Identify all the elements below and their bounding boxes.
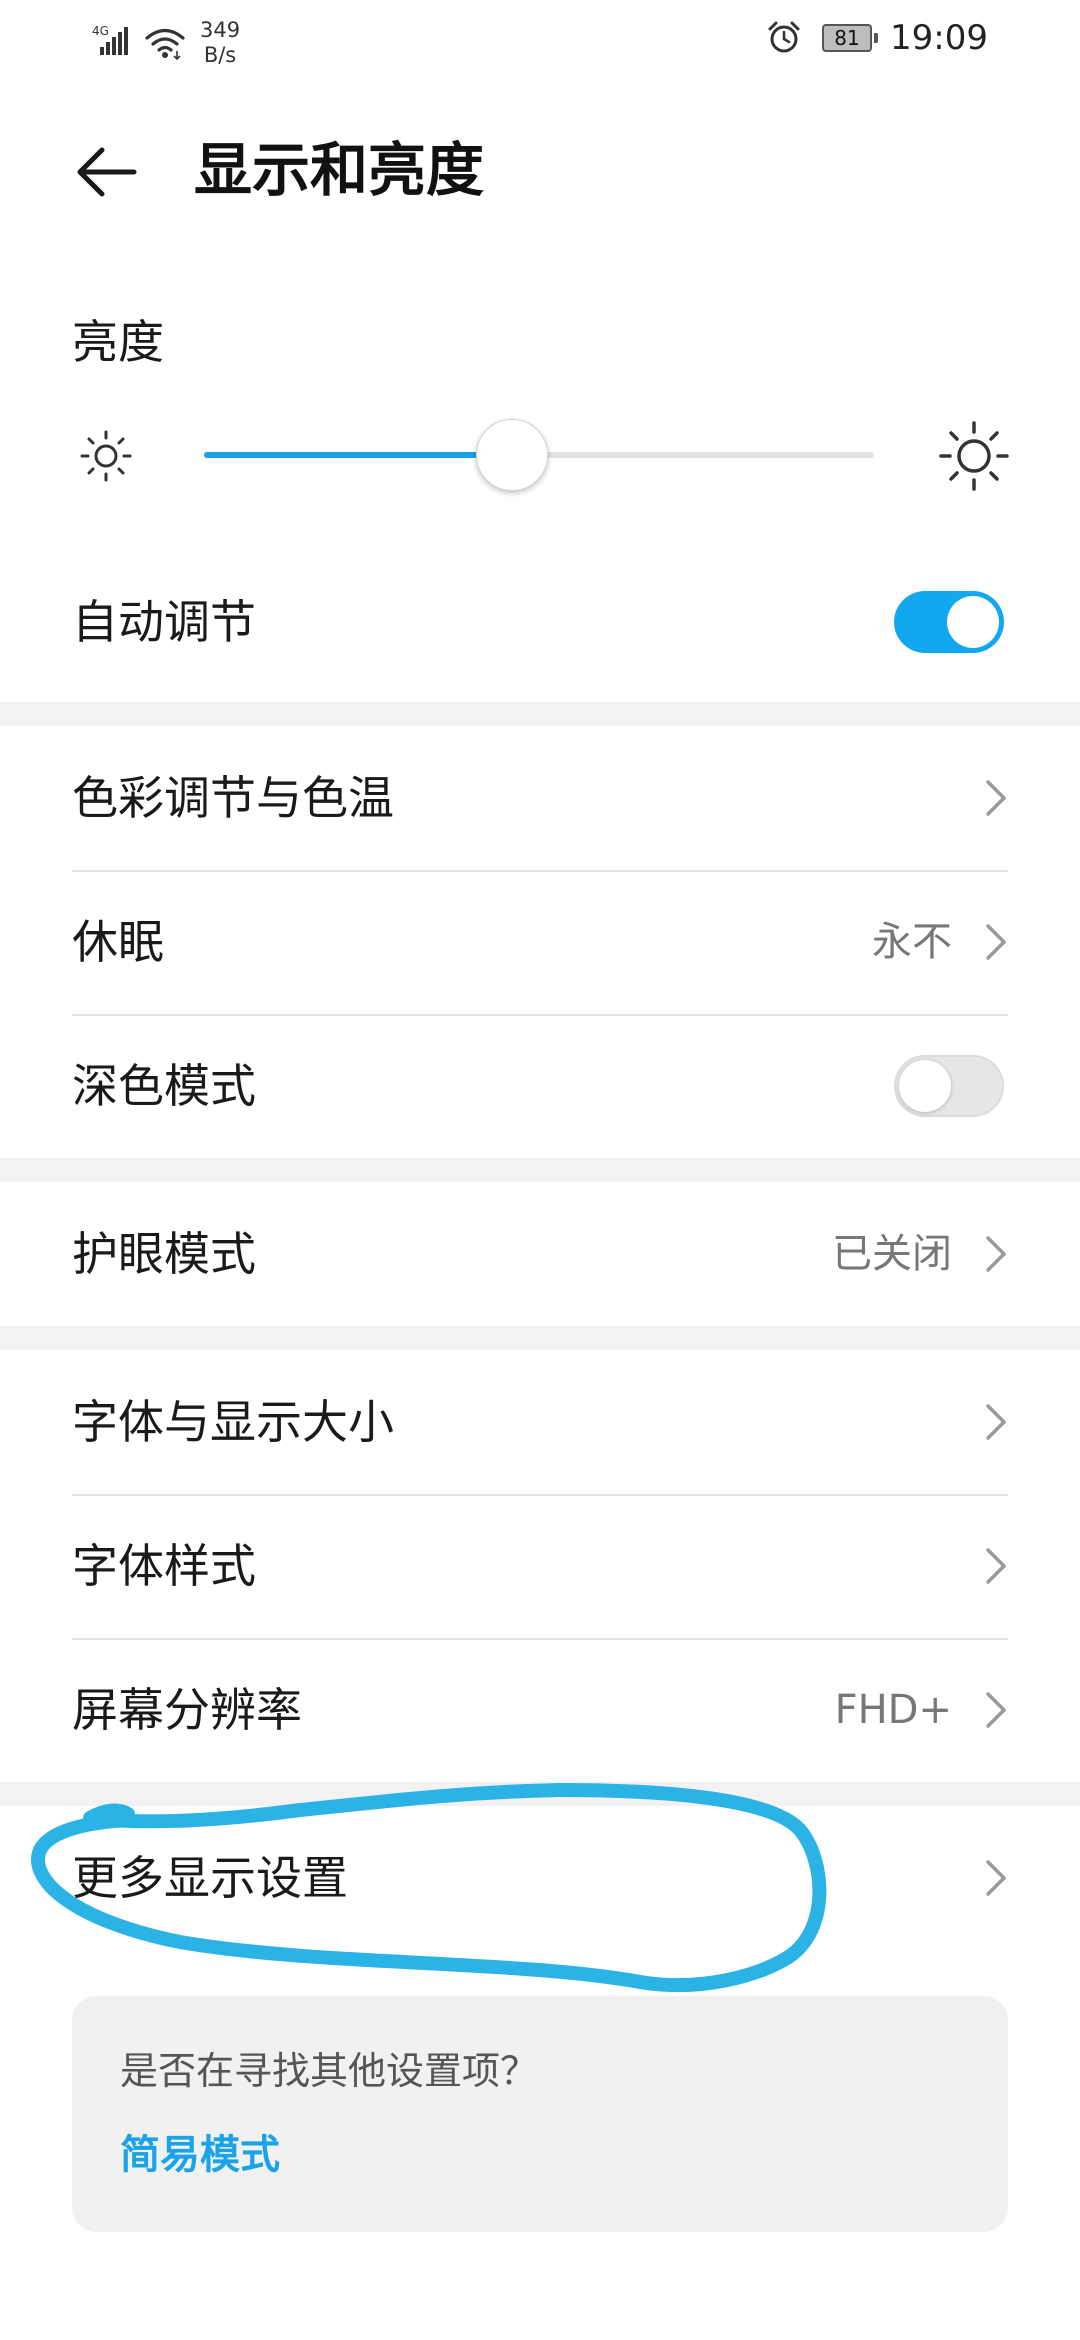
settings-screen: 4G 349 B/s 81 19:09 显示和亮度 亮度 自动调节 色彩调节与色… [0,0,1080,2340]
sleep-row[interactable]: 休眠 永不 [0,870,1080,1014]
suggestion-question: 是否在寻找其他设置项？ [120,2049,539,2093]
sun-large-icon [939,421,1009,491]
screen-resolution-label: 屏幕分辨率 [72,1683,302,1737]
chevron-right-icon [986,1548,1006,1584]
toggle-knob [947,596,999,648]
display-group: 色彩调节与色温 休眠 永不 深色模式 [0,726,1080,1158]
more-display-settings-label: 更多显示设置 [72,1851,348,1905]
toggle-knob [899,1060,951,1112]
eye-comfort-group: 护眼模式 已关闭 [0,1182,1080,1326]
network-speed-value: 349 [200,18,241,42]
screen-resolution-value: FHD+ [834,1687,952,1733]
color-temperature-row[interactable]: 色彩调节与色温 [0,726,1080,870]
battery-icon: 81 [822,24,879,52]
simple-mode-link[interactable]: 简易模式 [120,2128,280,2182]
sleep-value: 永不 [872,919,952,965]
screen-resolution-row[interactable]: 屏幕分辨率 FHD+ [0,1638,1080,1782]
network-type-label: 4G [92,24,109,38]
sleep-label: 休眠 [72,915,164,969]
eye-comfort-row[interactable]: 护眼模式 已关闭 [0,1182,1080,1326]
chevron-right-icon [986,1404,1006,1440]
suggestion-card: 是否在寻找其他设置项？ 简易模式 [72,1996,1008,2232]
signal-icon: 4G [92,24,128,55]
chevron-right-icon [986,1692,1006,1728]
back-arrow-icon[interactable] [72,136,144,208]
more-display-settings-row[interactable]: 更多显示设置 [0,1806,1080,1950]
network-speed: 349 B/s [200,18,240,68]
alarm-icon [768,21,800,53]
auto-brightness-label: 自动调节 [72,595,256,649]
dark-mode-toggle[interactable] [894,1055,1004,1117]
chevron-right-icon [986,924,1006,960]
sun-small-icon [80,430,132,482]
brightness-slider[interactable] [204,419,874,491]
eye-comfort-label: 护眼模式 [72,1227,256,1281]
font-size-row[interactable]: 字体与显示大小 [0,1350,1080,1494]
battery-level: 81 [834,26,860,50]
page-header: 显示和亮度 [0,84,1080,260]
dark-mode-label: 深色模式 [72,1059,256,1113]
network-speed-unit: B/s [203,43,237,67]
chevron-right-icon [986,780,1006,816]
status-right: 81 19:09 [766,18,988,58]
brightness-label: 亮度 [72,315,164,369]
brightness-slider-thumb[interactable] [476,419,549,491]
font-style-label: 字体样式 [72,1539,256,1593]
chevron-right-icon [986,1236,1006,1272]
color-temperature-label: 色彩调节与色温 [72,771,394,825]
eye-comfort-value: 已关闭 [832,1231,952,1277]
auto-brightness-toggle[interactable] [894,591,1004,653]
chevron-right-icon [986,1860,1006,1896]
page-title: 显示和亮度 [194,136,485,204]
status-bar: 4G 349 B/s 81 19:09 [0,0,1080,84]
clock: 19:09 [890,18,988,58]
font-style-row[interactable]: 字体样式 [0,1494,1080,1638]
auto-brightness-row[interactable]: 自动调节 [0,550,1080,694]
brightness-slider-fill [204,452,513,458]
font-size-label: 字体与显示大小 [72,1395,394,1449]
dark-mode-row[interactable]: 深色模式 [0,1014,1080,1158]
wifi-icon [145,28,185,61]
status-left: 4G 349 B/s [92,18,240,68]
font-group: 字体与显示大小 字体样式 屏幕分辨率 FHD+ [0,1350,1080,1782]
